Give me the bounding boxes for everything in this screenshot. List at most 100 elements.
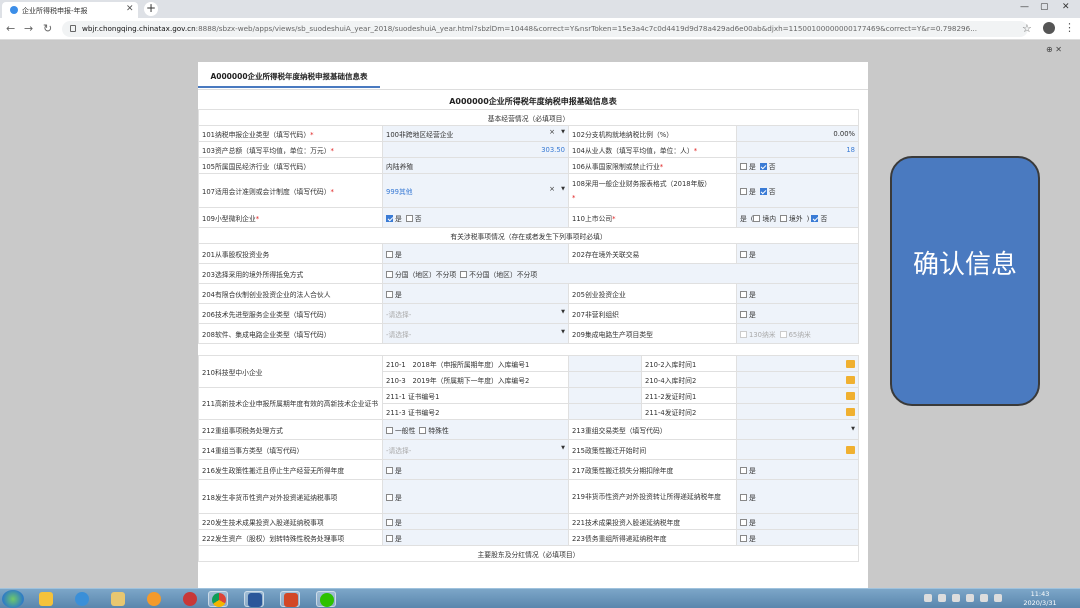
taskbar-word[interactable] (244, 591, 264, 607)
f104-label: 104从业人数（填写平均值，单位：人） (572, 146, 694, 155)
taskbar-powerpoint[interactable] (280, 591, 300, 607)
calendar-icon[interactable] (846, 445, 855, 454)
reload-icon[interactable]: ↻ (43, 22, 52, 35)
f219-yes-checkbox[interactable] (740, 493, 747, 501)
f108-no-checkbox[interactable] (759, 187, 767, 195)
back-icon[interactable]: ← (6, 22, 15, 35)
f106-no-checkbox[interactable] (759, 162, 767, 170)
f206-select[interactable]: -请选择- ▼ (382, 303, 569, 324)
f105-value[interactable]: 内陆养殖 (382, 157, 569, 174)
f204-label: 204有限合伙制创业投资企业的法人合伙人 (198, 283, 383, 304)
f209-130nm-checkbox[interactable] (740, 330, 747, 338)
browser-menu-icon[interactable]: ⋮ (1064, 21, 1075, 34)
f104-input[interactable]: 18 (736, 141, 859, 158)
tab-a000000[interactable]: A000000企业所得税年度纳税申报基础信息表 (198, 66, 380, 88)
close-tab-icon[interactable]: ✕ (126, 4, 134, 14)
f214-select[interactable]: -请选择- ▼ (382, 439, 569, 460)
tray-icon-5[interactable] (980, 594, 988, 602)
f210-3-input[interactable] (568, 371, 642, 388)
tray-icon-4[interactable] (966, 594, 974, 602)
f201-yes-checkbox[interactable] (386, 250, 393, 258)
browser-tab[interactable]: 企业所得税申报-年报 ✕ (2, 2, 138, 18)
profile-avatar-icon[interactable] (1043, 22, 1055, 34)
f216-label: 216发生政策性搬迁且停止生产经营无所得年度 (198, 459, 383, 480)
calendar-icon[interactable] (846, 359, 855, 368)
close-window-icon[interactable]: ✕ (1062, 2, 1070, 12)
f110-overseas-checkbox[interactable] (780, 214, 788, 222)
f108-label: 108采用一般企业财务报表格式（2018年版） (572, 179, 712, 188)
tray-icon-1[interactable] (924, 594, 932, 602)
f207-yes-checkbox[interactable] (740, 310, 747, 318)
site-favicon-icon (10, 6, 18, 14)
f215-date[interactable] (736, 439, 859, 460)
f212-special-checkbox[interactable] (419, 426, 427, 434)
app-icon (183, 592, 197, 606)
f205-yes-checkbox[interactable] (740, 290, 747, 298)
f211-1-input[interactable] (568, 387, 642, 404)
f209-65nm-checkbox[interactable] (779, 330, 787, 338)
f218-label: 218发生非货币性资产对外投资递延纳税事项 (198, 479, 383, 514)
calendar-icon[interactable] (846, 391, 855, 400)
calendar-icon[interactable] (846, 407, 855, 416)
f221-yes-checkbox[interactable] (740, 518, 747, 526)
system-clock[interactable]: 11:43 2020/3/31 (1010, 590, 1070, 608)
tray-icon-2[interactable] (938, 594, 946, 602)
clear-icon[interactable]: × (549, 128, 555, 136)
volume-icon[interactable] (994, 594, 1002, 602)
maximize-icon[interactable]: ▢ (1040, 2, 1049, 12)
f223-yes-checkbox[interactable] (740, 534, 747, 542)
media-icon (147, 592, 161, 606)
url-field[interactable]: wbjr.chongqing.chinatax.gov.cn:8888/sbzx… (62, 21, 1028, 37)
start-button[interactable] (2, 590, 24, 608)
bookmark-star-icon[interactable]: ☆ (1022, 22, 1032, 35)
calendar-icon[interactable] (846, 375, 855, 384)
minimize-icon[interactable]: — (1020, 2, 1029, 12)
page-tools-icon[interactable]: ⊕ ✕ (1046, 45, 1062, 54)
f218-yes-checkbox[interactable] (386, 493, 393, 501)
f105-label: 105所属国民经济行业（填写代码） (198, 157, 383, 174)
f203-not-by-country-checkbox[interactable] (460, 270, 468, 278)
f204-yes-checkbox[interactable] (386, 290, 393, 298)
f210-1-input[interactable] (568, 355, 642, 372)
f212-general-checkbox[interactable] (386, 426, 393, 434)
f211-2-date[interactable] (736, 387, 859, 404)
f108-yes-checkbox[interactable] (740, 187, 747, 195)
f109-yes-checkbox[interactable] (386, 214, 393, 222)
f102-input[interactable]: 0.00% (736, 125, 859, 142)
f203-by-country-checkbox[interactable] (386, 270, 393, 278)
taskbar-app-2[interactable] (72, 591, 92, 607)
taskbar-app-5[interactable] (180, 591, 200, 607)
f220-yes-checkbox[interactable] (386, 518, 393, 526)
confirm-info-button[interactable]: 确认信息 (890, 156, 1040, 406)
f211-3-input[interactable] (568, 403, 642, 420)
taskbar-app-4[interactable] (144, 591, 164, 607)
clear-icon[interactable]: × (549, 185, 555, 193)
taskbar-chrome[interactable] (208, 591, 228, 607)
f211-3-label: 211-3 证书编号2 (382, 403, 569, 420)
f103-input[interactable]: 303.50 (382, 141, 569, 158)
f110-domestic-checkbox[interactable] (753, 214, 761, 222)
f211-2-label: 211-2发证时间1 (641, 387, 737, 404)
f109-no-checkbox[interactable] (405, 214, 413, 222)
f217-yes-checkbox[interactable] (740, 466, 747, 474)
tray-icon-3[interactable] (952, 594, 960, 602)
f216-yes-checkbox[interactable] (386, 466, 393, 474)
f107-label: 107适用会计准则或会计制度（填写代码） (202, 187, 331, 196)
f107-select[interactable]: 999其他 × ▼ (382, 173, 569, 208)
f210-2-date[interactable] (736, 355, 859, 372)
f202-yes-checkbox[interactable] (740, 250, 747, 258)
f213-label: 213重组交易类型（填写代码） (568, 419, 737, 440)
taskbar-app-3[interactable] (108, 591, 128, 607)
taskbar-app-1[interactable] (36, 591, 56, 607)
forward-icon[interactable]: → (24, 22, 33, 35)
f101-select[interactable]: 100非跨地区经营企业 × ▼ (382, 125, 569, 142)
f211-4-date[interactable] (736, 403, 859, 420)
f222-yes-checkbox[interactable] (386, 534, 393, 542)
f110-no-checkbox[interactable] (811, 214, 819, 222)
f106-yes-checkbox[interactable] (740, 162, 747, 170)
f210-4-date[interactable] (736, 371, 859, 388)
taskbar-wechat[interactable] (316, 591, 336, 607)
f208-select[interactable]: -请选择- ▼ (382, 323, 569, 344)
f213-select[interactable]: ▼ (736, 419, 859, 440)
new-tab-button[interactable]: + (144, 2, 158, 16)
